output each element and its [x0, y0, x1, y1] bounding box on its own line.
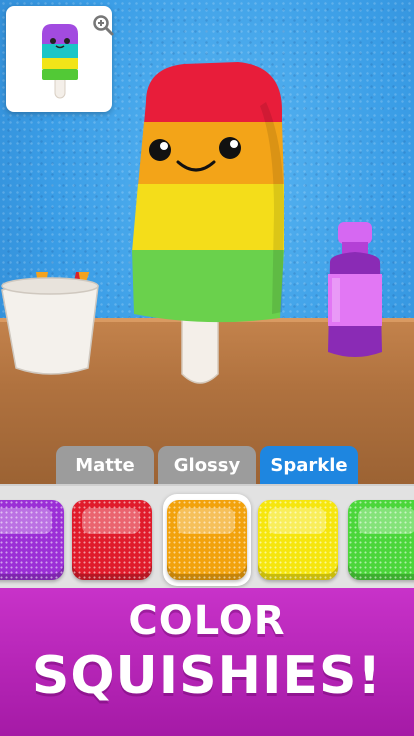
promo-banner: COLOR SQUISHIES!: [0, 588, 414, 736]
popsicle-squishy[interactable]: [126, 62, 292, 388]
banner-title-line2: SQUISHIES!: [31, 646, 383, 706]
color-swatch-tray[interactable]: [0, 484, 414, 590]
swatch-purple[interactable]: [0, 500, 64, 580]
brush-cup-icon: [1, 272, 99, 375]
reference-thumbnail[interactable]: [6, 6, 114, 112]
swatch-green[interactable]: [348, 500, 414, 580]
zoom-in-icon[interactable]: [92, 14, 114, 36]
material-tabs: Matte Glossy Sparkle: [56, 446, 358, 484]
tab-matte[interactable]: Matte: [56, 446, 154, 484]
swatch-orange[interactable]: [167, 500, 247, 580]
glue-bottle-icon: [328, 222, 382, 357]
swatch-red[interactable]: [72, 500, 152, 580]
banner-title-line1: COLOR: [128, 598, 286, 644]
swatch-yellow[interactable]: [258, 500, 338, 580]
tab-sparkle[interactable]: Sparkle: [260, 446, 358, 484]
tab-glossy[interactable]: Glossy: [158, 446, 256, 484]
